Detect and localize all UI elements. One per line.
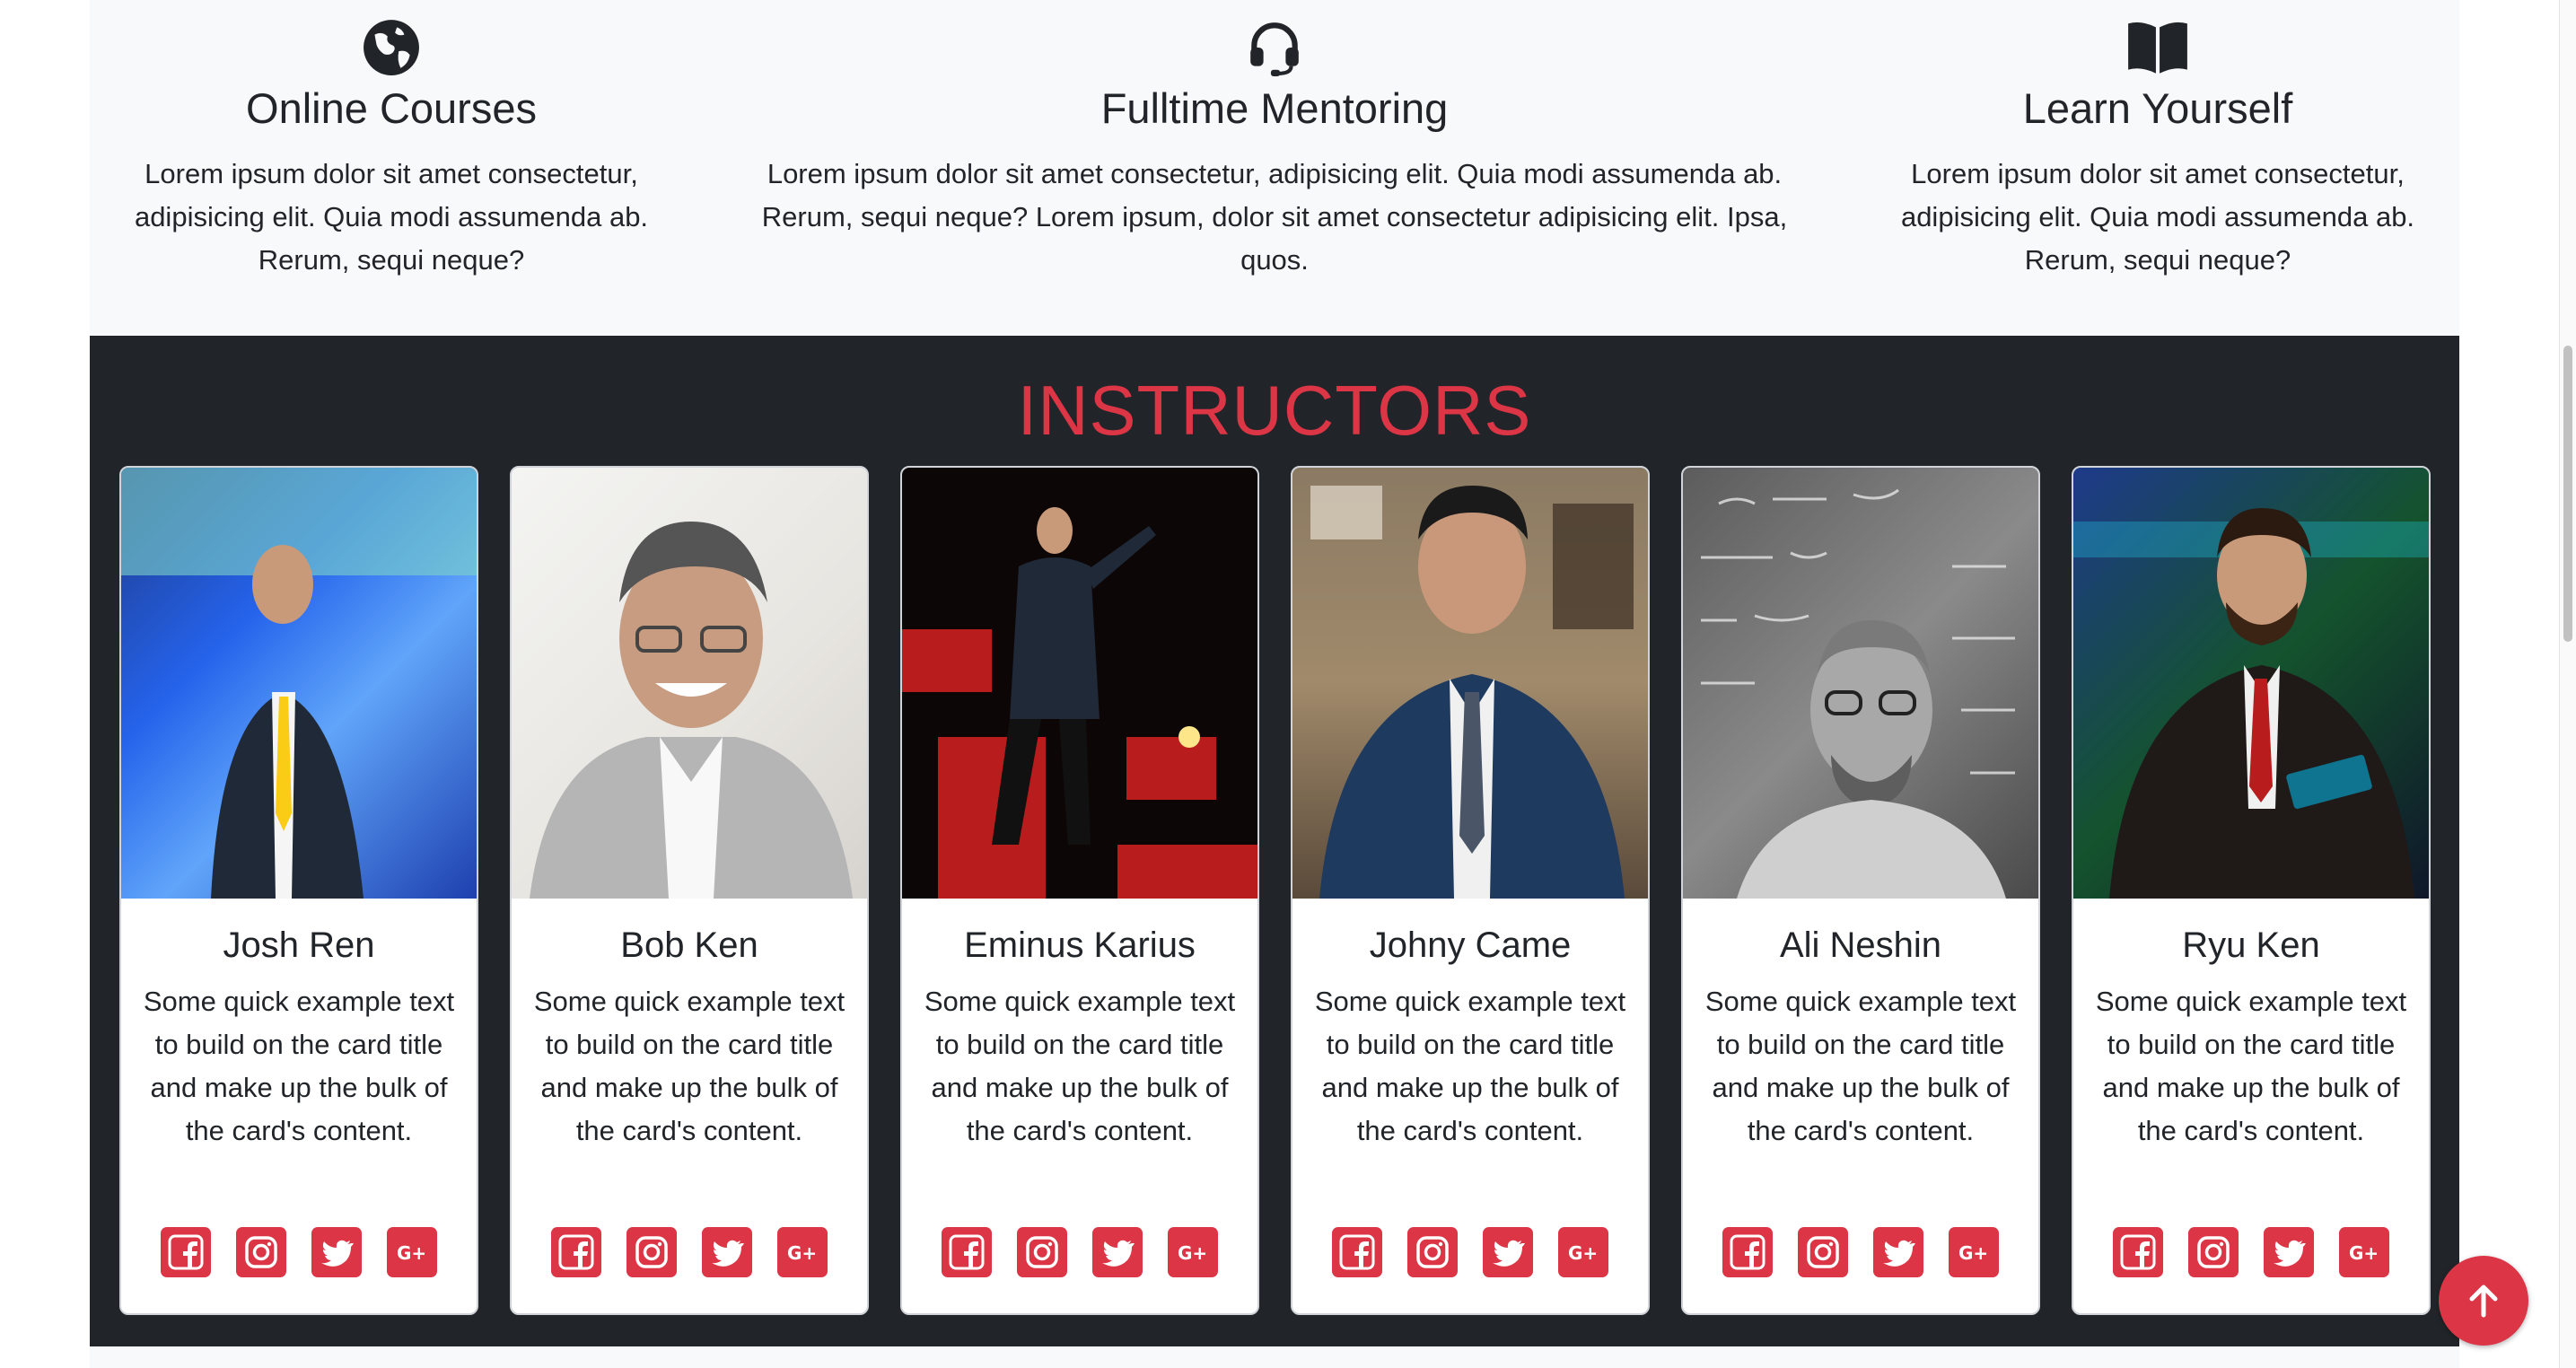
instagram-icon[interactable] — [2188, 1227, 2239, 1277]
instructor-card: Johny Came Some quick example text to bu… — [1291, 466, 1650, 1315]
instagram-icon[interactable] — [1017, 1227, 1067, 1277]
svg-text:G+: G+ — [1178, 1242, 1207, 1264]
social-links: G+ — [512, 1227, 867, 1277]
facebook-icon[interactable] — [2113, 1227, 2163, 1277]
instructor-name: Eminus Karius — [964, 925, 1196, 965]
twitter-icon[interactable] — [1483, 1227, 1533, 1277]
instagram-icon[interactable] — [626, 1227, 677, 1277]
headset-icon — [725, 18, 1824, 83]
facebook-icon[interactable] — [161, 1227, 211, 1277]
instructor-description: Some quick example text to build on the … — [1314, 986, 1626, 1146]
instructor-name: Johny Came — [1369, 925, 1572, 965]
social-links: G+ — [902, 1227, 1257, 1277]
twitter-icon[interactable] — [1092, 1227, 1143, 1277]
globe-icon — [90, 18, 693, 83]
instagram-icon[interactable] — [1798, 1227, 1848, 1277]
instructor-photo — [2073, 468, 2429, 899]
feature-fulltime-mentoring: Fulltime Mentoring Lorem ipsum dolor sit… — [725, 0, 1824, 282]
google-plus-icon[interactable]: G+ — [777, 1227, 828, 1277]
twitter-icon[interactable] — [1873, 1227, 1923, 1277]
twitter-icon[interactable] — [2264, 1227, 2314, 1277]
feature-online-courses: Online Courses Lorem ipsum dolor sit ame… — [90, 0, 693, 282]
next-section-edge — [90, 1346, 2459, 1368]
feature-description: Lorem ipsum dolor sit amet consectetur, … — [134, 158, 649, 276]
svg-text:G+: G+ — [1958, 1242, 1988, 1264]
social-links: G+ — [1292, 1227, 1648, 1277]
book-icon — [1856, 18, 2459, 83]
social-links: G+ — [2073, 1227, 2429, 1277]
scrollbar[interactable] — [2559, 0, 2576, 1368]
instagram-icon[interactable] — [1407, 1227, 1458, 1277]
section-heading: INSTRUCTORS — [1017, 371, 1532, 450]
facebook-icon[interactable] — [1722, 1227, 1773, 1277]
scrollbar-thumb[interactable] — [2563, 346, 2572, 642]
google-plus-icon[interactable]: G+ — [2339, 1227, 2389, 1277]
feature-title: Learn Yourself — [2022, 84, 2293, 132]
instructor-photo — [121, 468, 477, 899]
page-container: Online Courses Lorem ipsum dolor sit ame… — [90, 0, 2459, 1368]
social-links: G+ — [121, 1227, 477, 1277]
google-plus-icon[interactable]: G+ — [387, 1227, 437, 1277]
instructor-card: Ali Neshin Some quick example text to bu… — [1681, 466, 2040, 1315]
instructor-description: Some quick example text to build on the … — [924, 986, 1236, 1146]
instagram-icon[interactable] — [236, 1227, 286, 1277]
instructor-name: Ryu Ken — [2182, 925, 2320, 965]
facebook-icon[interactable] — [1332, 1227, 1382, 1277]
feature-title: Fulltime Mentoring — [1100, 84, 1449, 132]
social-links: G+ — [1683, 1227, 2038, 1277]
instructor-card: Josh Ren Some quick example text to buil… — [119, 466, 478, 1315]
instructor-card: Ryu Ken Some quick example text to build… — [2072, 466, 2431, 1315]
google-plus-icon[interactable]: G+ — [1949, 1227, 1999, 1277]
instructor-photo — [1683, 468, 2038, 899]
instructor-photo — [512, 468, 867, 899]
svg-text:G+: G+ — [787, 1242, 817, 1264]
svg-text:G+: G+ — [1568, 1242, 1598, 1264]
feature-description: Lorem ipsum dolor sit amet consectetur, … — [761, 158, 1788, 276]
twitter-icon[interactable] — [702, 1227, 752, 1277]
feature-title: Online Courses — [246, 84, 537, 132]
instructor-name: Bob Ken — [620, 925, 758, 965]
feature-description: Lorem ipsum dolor sit amet consectetur, … — [1900, 158, 2415, 276]
facebook-icon[interactable] — [551, 1227, 601, 1277]
instructor-description: Some quick example text to build on the … — [1704, 986, 2017, 1146]
instructor-description: Some quick example text to build on the … — [143, 986, 455, 1146]
facebook-icon[interactable] — [942, 1227, 992, 1277]
features-section: Online Courses Lorem ipsum dolor sit ame… — [90, 0, 2459, 336]
instructor-description: Some quick example text to build on the … — [2095, 986, 2407, 1146]
scroll-to-top-button[interactable] — [2439, 1256, 2528, 1346]
instructor-photo — [1292, 468, 1648, 899]
instructor-card: Eminus Karius Some quick example text to… — [900, 466, 1259, 1315]
google-plus-icon[interactable]: G+ — [1168, 1227, 1218, 1277]
feature-learn-yourself: Learn Yourself Lorem ipsum dolor sit ame… — [1856, 0, 2459, 282]
svg-text:G+: G+ — [397, 1242, 426, 1264]
google-plus-icon[interactable]: G+ — [1558, 1227, 1608, 1277]
instructor-name: Ali Neshin — [1779, 925, 1942, 965]
svg-text:G+: G+ — [2349, 1242, 2379, 1264]
arrow-up-icon — [2469, 1285, 2498, 1318]
instructor-card: Bob Ken Some quick example text to build… — [510, 466, 869, 1315]
twitter-icon[interactable] — [311, 1227, 362, 1277]
instructor-description: Some quick example text to build on the … — [533, 986, 846, 1146]
instructor-name: Josh Ren — [223, 925, 375, 965]
instructors-section: INSTRUCTORS Josh Ren Some quick example … — [90, 336, 2459, 1346]
instructor-photo — [902, 468, 1257, 899]
